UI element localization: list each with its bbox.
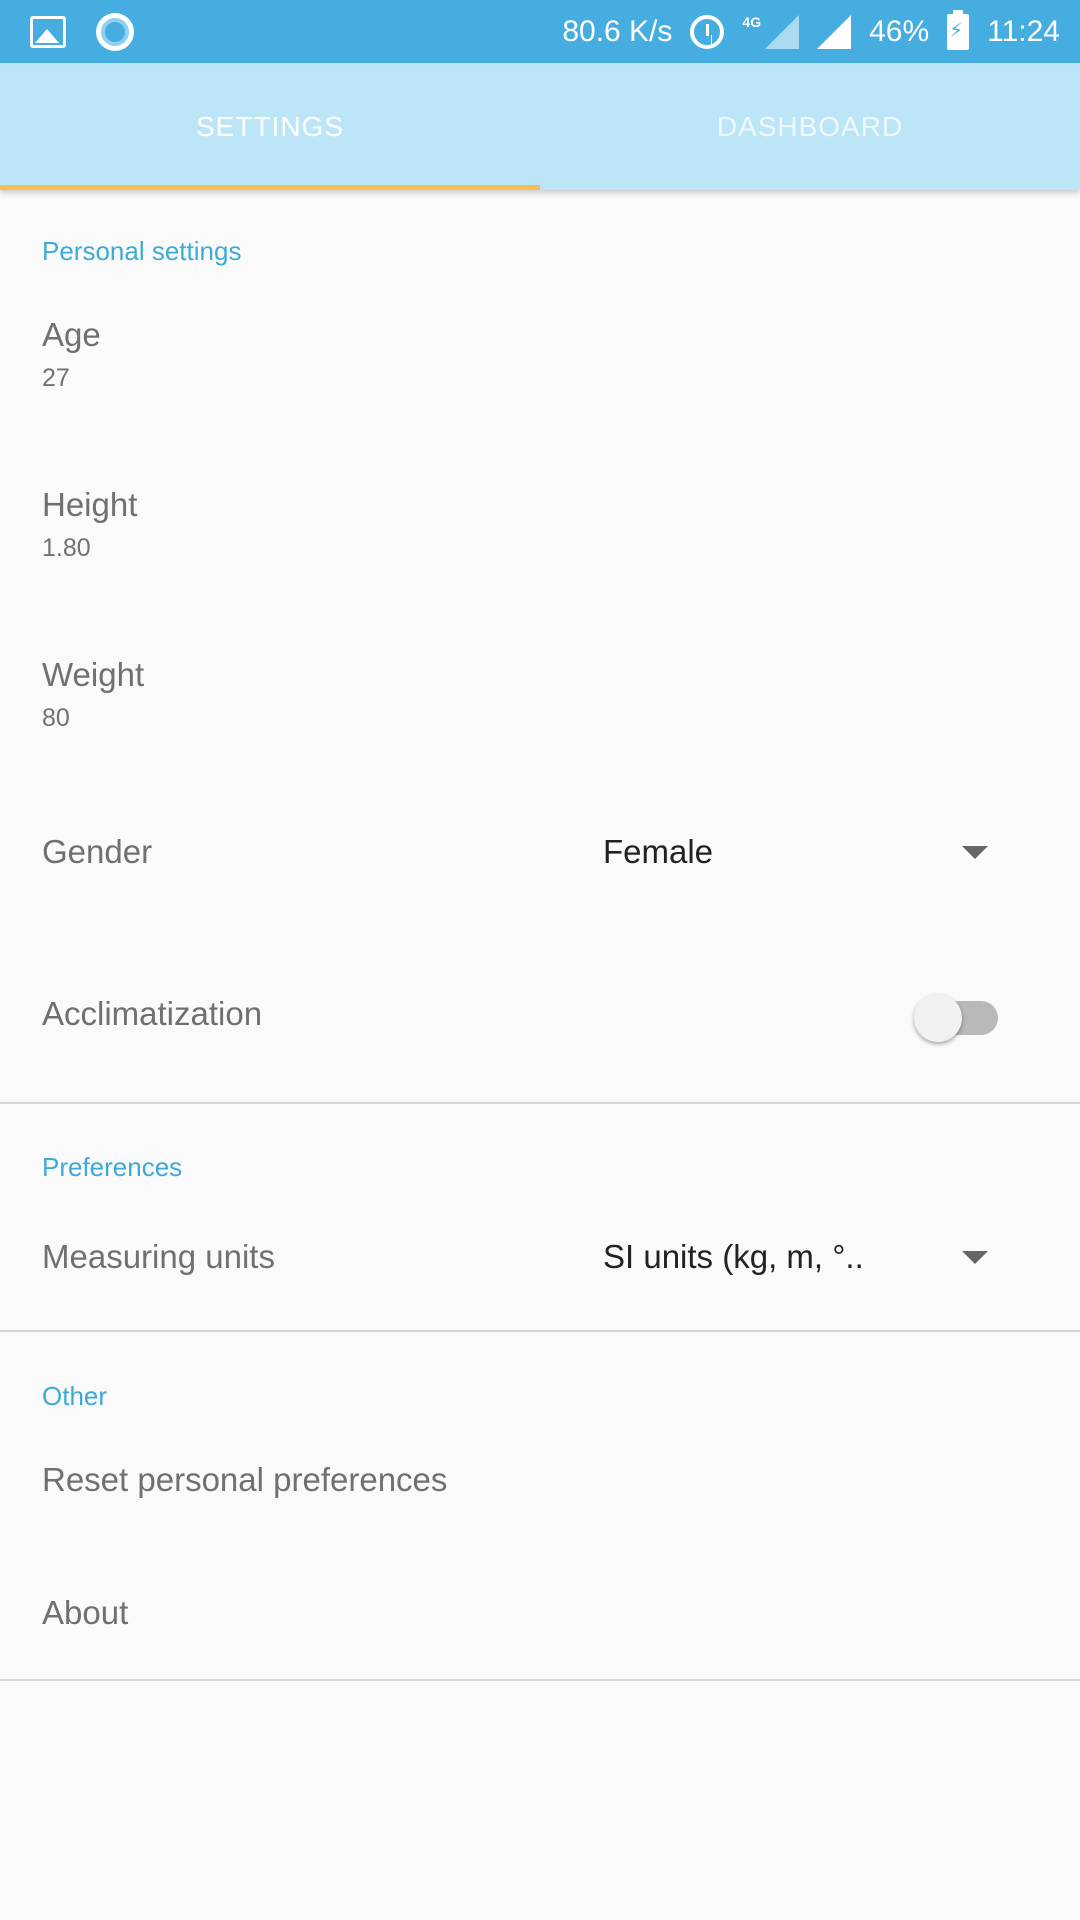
mobile-signal-icon: [765, 14, 800, 49]
units-value: SI units (kg, m, °..: [603, 1238, 864, 1275]
pref-acclimatization-title: Acclimatization: [42, 995, 263, 1032]
pref-reset-title: Reset personal preferences: [42, 1461, 448, 1498]
divider: [0, 1679, 1080, 1681]
alarm-icon: [690, 14, 725, 49]
pref-units-title: Measuring units: [42, 1238, 275, 1275]
pref-acclimatization-label: Acclimatization: [42, 995, 262, 1033]
status-bar: 80.6 K/s 4G 46% 11:24: [0, 0, 1080, 63]
pref-age-value: 27: [42, 364, 70, 392]
gender-value: Female: [603, 833, 714, 870]
image-icon: [30, 15, 66, 48]
units-spinner[interactable]: SI units (kg, m, °..: [603, 1238, 1003, 1276]
pref-weight-title: Weight: [42, 656, 145, 693]
signal-icon: [817, 14, 852, 49]
acclimatization-switch[interactable]: [914, 988, 1000, 1042]
pref-age-title: Age: [42, 316, 101, 353]
section-header-personal: Personal settings: [42, 236, 242, 266]
network-speed: 80.6 K/s: [562, 14, 673, 48]
tab-dashboard[interactable]: DASHBOARD: [540, 63, 1080, 190]
pref-height-value: 1.80: [42, 534, 91, 562]
pref-about-title: About: [42, 1594, 129, 1631]
pref-age[interactable]: Age 27: [42, 316, 101, 393]
pref-units-label: Measuring units: [42, 1238, 275, 1276]
pref-gender-title: Gender: [42, 833, 153, 870]
gender-spinner[interactable]: Female: [603, 833, 1003, 871]
pref-about[interactable]: About: [42, 1594, 128, 1632]
pref-height-title: Height: [42, 486, 138, 523]
pref-height[interactable]: Height 1.80: [42, 486, 137, 563]
network-type: 4G: [742, 13, 762, 30]
dropdown-arrow-icon: [962, 845, 988, 859]
tab-bar: SETTINGS DASHBOARD: [0, 63, 1080, 190]
pref-weight[interactable]: Weight 80: [42, 656, 144, 733]
divider: [0, 1102, 1080, 1104]
pref-gender-label: Gender: [42, 833, 152, 871]
pref-reset[interactable]: Reset personal preferences: [42, 1461, 447, 1499]
battery-charging-icon: [947, 9, 970, 50]
clock: 11:24: [987, 14, 1060, 48]
record-icon: [96, 12, 134, 51]
dropdown-arrow-icon: [962, 1250, 988, 1264]
tab-settings[interactable]: SETTINGS: [0, 63, 540, 190]
switch-thumb: [914, 994, 962, 1042]
battery-percent: 46%: [869, 14, 930, 48]
divider: [0, 1330, 1080, 1332]
pref-weight-value: 80: [42, 704, 70, 732]
section-header-other: Other: [42, 1381, 108, 1411]
section-header-preferences: Preferences: [42, 1152, 183, 1182]
